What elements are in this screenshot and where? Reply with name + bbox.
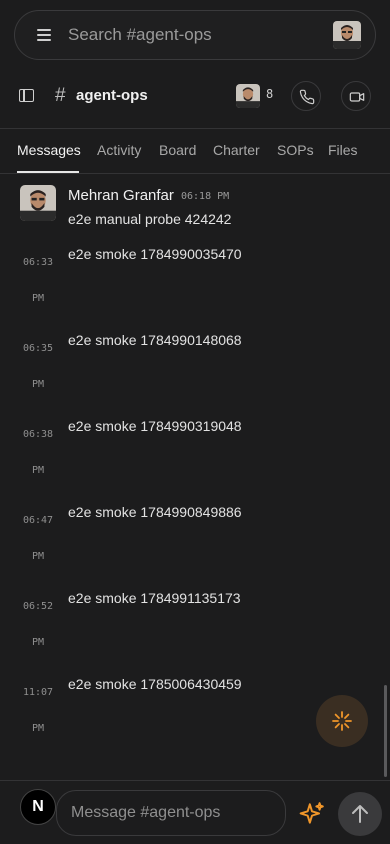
message-timestamp: 06:47 PM [22,515,54,562]
channel-tabs: Messages Activity Board Charter SOPs Fil… [0,130,390,174]
message-timestamp: 06:38 PM [22,429,54,476]
tab-sops[interactable]: SOPs [277,142,314,158]
video-call-button[interactable] [341,81,371,111]
phone-icon [299,89,315,105]
message-input[interactable] [56,790,286,836]
hamburger-icon[interactable] [37,29,51,41]
tab-messages[interactable]: Messages [17,142,81,158]
composer: N [0,781,390,844]
message-text: e2e smoke 1784990035470 [68,246,242,262]
message-timestamp: 06:52 PM [22,601,54,648]
arrow-up-icon [352,805,368,823]
message-text: e2e smoke 1785006430459 [68,676,242,692]
message-timestamp: 11:07 PM [22,687,54,734]
tab-files[interactable]: Files [328,142,358,158]
member-count[interactable]: 8 [266,87,273,101]
message-list[interactable]: Mehran Granfar 06:18 PM e2e manual probe… [0,175,390,780]
tabs-divider [0,173,390,174]
search-placeholder[interactable]: Search #agent-ops [68,25,212,45]
current-user-badge[interactable]: N [20,789,56,825]
message-author[interactable]: Mehran Granfar [68,187,174,204]
call-button[interactable] [291,81,321,111]
asterisk-spark-icon [332,711,352,731]
message-timestamp: 06:18 PM [181,191,230,202]
author-avatar[interactable] [20,185,56,221]
header-divider [0,128,390,129]
tab-board[interactable]: Board [159,142,196,158]
send-button[interactable] [338,792,382,836]
tab-charter[interactable]: Charter [213,142,260,158]
search-bar[interactable]: Search #agent-ops [14,10,376,60]
sidebar-toggle-icon[interactable] [19,89,34,102]
video-icon [349,92,365,102]
agent-fab-button[interactable] [316,695,368,747]
message-timestamp: 06:35 PM [22,343,54,390]
scrollbar[interactable] [384,685,387,777]
channel-name[interactable]: agent-ops [76,87,148,104]
tab-activity[interactable]: Activity [97,142,141,158]
message-text: e2e smoke 1784990148068 [68,332,242,348]
user-avatar[interactable] [333,21,361,49]
member-avatar[interactable] [236,84,260,108]
channel-header: # agent-ops 8 [0,70,390,122]
message-timestamp: 06:33 PM [22,257,54,304]
hash-icon: # [55,85,66,106]
message-text: e2e smoke 1784991135173 [68,590,241,606]
message-text: e2e smoke 1784990319048 [68,418,242,434]
message-text: e2e smoke 1784990849886 [68,504,242,520]
sparkle-icon[interactable] [299,801,325,827]
message-text: e2e manual probe 424242 [68,211,232,227]
